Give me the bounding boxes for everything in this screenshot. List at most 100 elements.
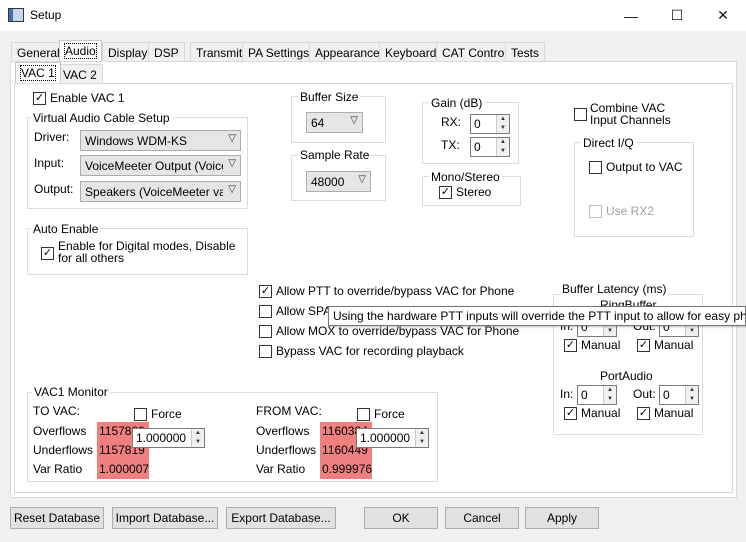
chevron-down-icon: ▽ [358, 174, 366, 185]
sample-rate-select[interactable]: 48000 ▽ [306, 171, 371, 192]
pa-in-manual-checkbox[interactable]: ✓ [564, 407, 577, 420]
to-vac-ratio-spinner[interactable]: 1.000000 ▲ ▼ [132, 428, 205, 448]
allow-spa-label: Allow SPA [276, 304, 332, 318]
tab-audio[interactable]: Audio [59, 40, 102, 62]
spin-down-icon: ▼ [603, 327, 616, 336]
pa-in-label: In: [560, 387, 574, 401]
pa-in-spinner[interactable]: 0 ▲ ▼ [577, 385, 617, 405]
import-database-button[interactable]: Import Database... [112, 507, 218, 529]
spin-up-icon: ▲ [415, 429, 428, 438]
to-var-ratio-value: 1.000007 [97, 460, 149, 479]
output-label: Output: [34, 182, 74, 196]
to-overflows-label: Overflows [33, 424, 87, 438]
to-vac-label: TO VAC: [33, 404, 80, 418]
close-icon[interactable]: ✕ [700, 0, 746, 31]
use-rx2-label: Use RX2 [606, 204, 655, 218]
gain-tx-label: TX: [441, 138, 460, 152]
spin-up-icon: ▲ [603, 386, 616, 395]
tab-dsp[interactable]: DSP [148, 42, 185, 61]
tab-keyboard[interactable]: Keyboard [379, 42, 443, 61]
bypass-vac-label: Bypass VAC for recording playback [276, 344, 464, 358]
gain-title: Gain (dB) [429, 96, 485, 110]
tab-general[interactable]: General [11, 42, 66, 61]
input-label: Input: [34, 156, 65, 170]
auto-enable-title: Auto Enable [31, 222, 101, 236]
spin-up-icon: ▲ [191, 429, 204, 438]
spin-up-icon: ▲ [496, 138, 509, 147]
output-select[interactable]: Speakers (VoiceMeeter vaio)▽ [80, 181, 241, 202]
pa-in-manual-label: Manual [581, 406, 621, 420]
stereo-checkbox[interactable]: ✓ [439, 186, 452, 199]
from-vac-label: FROM VAC: [256, 404, 322, 418]
rb-out-manual-checkbox[interactable]: ✓ [637, 339, 650, 352]
portaudio-label: PortAudio [600, 369, 653, 383]
input-select[interactable]: VoiceMeeter Output (VoiceM ▽ [80, 155, 241, 176]
chevron-down-icon: ▽ [228, 158, 236, 169]
to-underflows-label: Underflows [33, 443, 94, 457]
minimize-icon[interactable]: — [608, 0, 654, 31]
spin-down-icon: ▼ [685, 327, 698, 336]
pa-out-spinner[interactable]: 0 ▲ ▼ [659, 385, 699, 405]
rb-in-manual-label: Manual [581, 338, 621, 352]
driver-label: Driver: [34, 130, 70, 144]
tab-pa-settings[interactable]: PA Settings [242, 42, 316, 61]
to-vac-force-checkbox[interactable] [134, 408, 147, 421]
subtab-vac1[interactable]: VAC 1 [15, 62, 61, 84]
gain-rx-label: RX: [441, 115, 462, 129]
to-vac-force-label: Force [151, 407, 182, 421]
tab-display[interactable]: Display [102, 42, 154, 61]
allow-mox-checkbox[interactable] [259, 325, 272, 338]
from-overflows-label: Overflows [256, 424, 310, 438]
allow-ptt-checkbox[interactable]: ✓ [259, 285, 272, 298]
ptt-tooltip: Using the hardware PTT inputs will overr… [328, 306, 746, 326]
allow-spa-checkbox[interactable] [259, 305, 272, 318]
from-var-ratio-label: Var Ratio [256, 462, 306, 476]
bypass-vac-checkbox[interactable] [259, 345, 272, 358]
pa-out-manual-checkbox[interactable]: ✓ [637, 407, 650, 420]
from-vac-ratio-spinner[interactable]: 1.000000 ▲ ▼ [356, 428, 429, 448]
from-vac-force-checkbox[interactable] [357, 408, 370, 421]
vac1-monitor-title: VAC1 Monitor [32, 385, 110, 399]
app-icon [8, 8, 24, 22]
rb-in-manual-checkbox[interactable]: ✓ [564, 339, 577, 352]
from-underflows-label: Underflows [256, 443, 317, 457]
combine-vac-checkbox[interactable] [574, 108, 587, 121]
spin-down-icon: ▼ [496, 124, 509, 133]
spin-down-icon: ▼ [496, 147, 509, 156]
tab-appearance[interactable]: Appearance [309, 42, 386, 61]
stereo-label: Stereo [456, 185, 492, 199]
direct-iq-group [574, 142, 694, 237]
buffer-size-select[interactable]: 64 ▽ [306, 112, 363, 133]
tab-cat-control[interactable]: CAT Control [436, 42, 513, 61]
export-database-button[interactable]: Export Database... [226, 507, 336, 529]
gain-tx-spinner[interactable]: 0 ▲ ▼ [470, 137, 510, 157]
maximize-icon[interactable]: ☐ [654, 0, 700, 31]
buffer-size-title: Buffer Size [298, 90, 361, 104]
reset-database-button[interactable]: Reset Database [10, 507, 104, 529]
pa-out-manual-label: Manual [654, 406, 694, 420]
direct-iq-title: Direct I/Q [581, 136, 636, 150]
use-rx2-checkbox[interactable] [589, 205, 602, 218]
tab-tests[interactable]: Tests [505, 42, 546, 61]
allow-mox-label: Allow MOX to override/bypass VAC for Pho… [276, 324, 520, 338]
spin-up-icon: ▲ [685, 386, 698, 395]
window-title: Setup [30, 8, 62, 22]
driver-select[interactable]: Windows WDM-KS ▽ [80, 130, 241, 151]
apply-button[interactable]: Apply [525, 507, 599, 529]
from-vac-force-label: Force [374, 407, 405, 421]
spin-down-icon: ▼ [191, 438, 204, 447]
combine-vac-line2: Input Channels [590, 113, 671, 127]
ok-button[interactable]: OK [364, 507, 438, 529]
output-to-vac-checkbox[interactable] [589, 161, 602, 174]
gain-rx-spinner[interactable]: 0 ▲ ▼ [470, 114, 510, 134]
cancel-button[interactable]: Cancel [445, 507, 519, 529]
rb-out-manual-label: Manual [654, 338, 694, 352]
auto-enable-line2: for all others [58, 251, 125, 265]
auto-enable-checkbox[interactable]: ✓ [41, 247, 54, 260]
tab-transmit[interactable]: Transmit [190, 42, 249, 61]
chevron-down-icon: ▽ [228, 133, 236, 144]
spin-up-icon: ▲ [496, 115, 509, 124]
enable-vac1-checkbox[interactable]: ✓ [33, 92, 46, 105]
to-var-ratio-label: Var Ratio [33, 462, 83, 476]
subtab-vac2[interactable]: VAC 2 [57, 64, 103, 83]
